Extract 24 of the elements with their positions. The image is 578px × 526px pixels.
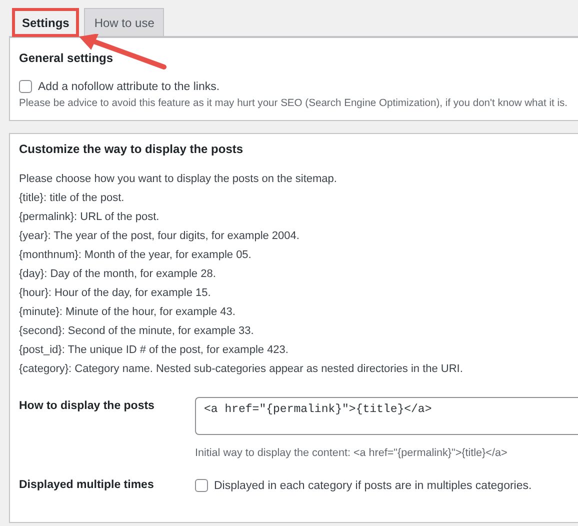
token-description: {permalink}: URL of the post. xyxy=(19,210,160,225)
tab[interactable]: How to use xyxy=(84,8,164,37)
token-description: {title}: title of the post. xyxy=(19,191,126,206)
token-description: {category}: Category name. Nested sub-categories appear as nested directories in the URI. xyxy=(19,362,464,377)
field-label: How to display the posts xyxy=(19,399,156,412)
token-description: {day}: Day of the month, for example 28. xyxy=(19,267,217,282)
tab[interactable]: Settings xyxy=(12,8,80,37)
token-description: {hour}: Hour of the day, for example 15. xyxy=(19,286,212,301)
help-text: Please be advice to avoid this feature as it may hurt your SEO (Search Engine Optimization), if you don't know what it is. xyxy=(19,98,569,109)
token-description: {second}: Second of the minute, for example 33. xyxy=(19,324,255,339)
field-label: Displayed multiple times xyxy=(19,479,155,491)
section-title: General settings xyxy=(19,51,114,65)
description-text: Please choose how you want to display the posts on the sitemap. xyxy=(19,172,338,187)
input-field[interactable]: <a href="{permalink}">{title}</a> xyxy=(195,397,578,435)
checkbox-label: Displayed in each category if posts are in multiples categories. xyxy=(214,480,532,492)
checkbox-label: Add a nofollow attribute to the links. xyxy=(38,80,220,92)
checkbox[interactable] xyxy=(19,80,32,93)
token-description: {year}: The year of the post, four digits, for example 2004. xyxy=(19,229,300,244)
help-text: Initial way to display the content: <a href="{permalink}">{title}</a> xyxy=(195,447,508,459)
token-description: {post_id}: The unique ID # of the post, for example 423. xyxy=(19,343,290,358)
section-title: Customize the way to display the posts xyxy=(19,142,244,156)
token-description: {minute}: Minute of the hour, for example 43. xyxy=(19,305,236,320)
token-description: {monthnum}: Month of the year, for example 05. xyxy=(19,248,252,263)
checkbox[interactable] xyxy=(195,479,208,492)
